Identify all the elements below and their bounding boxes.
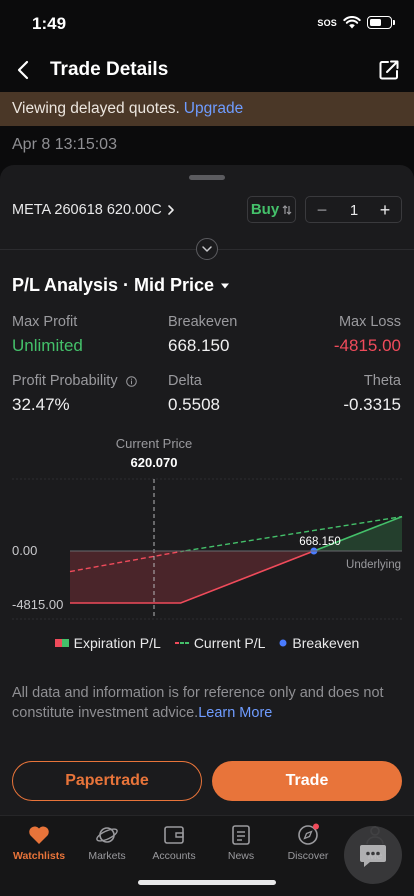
theta-label: Theta <box>363 373 401 389</box>
legend-breakeven[interactable]: Breakeven <box>279 635 359 651</box>
learn-more-link[interactable]: Learn More <box>198 705 272 721</box>
current-price-label: Current Price <box>116 436 193 451</box>
legend-current-label: Current P/L <box>193 635 266 651</box>
side-toggle-button[interactable]: Buy <box>247 196 296 223</box>
delayed-quotes-banner: Viewing delayed quotes. Upgrade <box>0 92 414 126</box>
papertrade-button[interactable]: Papertrade <box>12 761 202 801</box>
contract-selector[interactable]: META 260618 620.00C <box>12 202 176 218</box>
status-time: 1:49 <box>32 14 67 33</box>
delta-label: Delta <box>168 373 202 389</box>
status-icons: SOS <box>317 16 395 29</box>
contract-name: META 260618 620.00C <box>12 202 162 218</box>
increment-button[interactable]: + <box>375 200 395 220</box>
delta-value: 0.5508 <box>168 395 220 414</box>
current-price-value: 620.070 <box>131 455 178 470</box>
max-loss-value: -4815.00 <box>333 336 401 355</box>
share-icon[interactable] <box>376 57 402 83</box>
y-min-label: -4815.00 <box>12 597 63 612</box>
sheet-drag-handle[interactable] <box>189 175 225 180</box>
sos-indicator: SOS <box>317 17 337 28</box>
status-bar: 1:49 SOS <box>0 0 414 48</box>
chevron-right-icon <box>167 205 174 215</box>
profit-probability-value: 32.47% <box>12 395 70 414</box>
news-icon <box>228 822 254 848</box>
side-label: Buy <box>250 201 280 218</box>
breakeven-value: 668.150 <box>168 336 230 355</box>
quantity-stepper: − 1 + <box>305 196 402 223</box>
tab-accounts[interactable]: Accounts <box>141 822 207 862</box>
wifi-icon <box>343 16 361 29</box>
legend-expiration[interactable]: Expiration P/L <box>54 635 161 651</box>
chart-legend: Expiration P/L Current P/L Breakeven <box>0 635 414 651</box>
breakeven-label: Breakeven <box>168 314 238 330</box>
page-title: Trade Details <box>50 59 169 80</box>
profit-probability-label: Profit Probability <box>12 373 118 389</box>
pl-chart[interactable]: Current Price 620.070 0.00 -4815.00 Unde… <box>0 435 414 630</box>
back-icon[interactable] <box>10 56 38 84</box>
pl-chart-svg: Current Price 620.070 0.00 -4815.00 Unde… <box>12 436 403 620</box>
home-indicator <box>138 880 276 885</box>
current-swatch-icon <box>174 642 189 644</box>
chat-bubble-icon <box>360 845 386 867</box>
max-loss-label: Max Loss <box>338 314 401 330</box>
expiration-swatch-icon <box>54 639 69 647</box>
y-zero-label: 0.00 <box>12 543 37 558</box>
heart-icon <box>26 822 52 848</box>
delayed-quotes-text: Viewing delayed quotes. <box>12 100 180 117</box>
disclaimer: All data and information is for referenc… <box>12 683 404 723</box>
tab-news[interactable]: News <box>208 822 274 862</box>
legend-expiration-label: Expiration P/L <box>73 635 161 651</box>
tab-discover[interactable]: Discover <box>275 822 341 862</box>
compass-icon <box>295 822 321 848</box>
legend-current[interactable]: Current P/L <box>174 635 266 651</box>
quote-timestamp: Apr 8 13:15:03 <box>12 136 117 153</box>
theta-value: -0.3315 <box>343 395 401 414</box>
trade-sheet: META 260618 620.00C Buy − 1 + P/L Analys… <box>0 165 414 815</box>
tab-markets[interactable]: Markets <box>74 822 140 862</box>
loss-region <box>70 551 314 603</box>
info-icon[interactable] <box>125 375 137 387</box>
decrement-button[interactable]: − <box>312 200 332 220</box>
planet-icon <box>94 822 120 848</box>
swap-arrows-icon <box>282 204 292 215</box>
x-axis-label: Underlying <box>346 559 401 571</box>
trade-button[interactable]: Trade <box>212 761 402 801</box>
breakeven-chart-label: 668.150 <box>299 536 341 548</box>
max-profit-label: Max Profit <box>12 314 78 330</box>
tab-discover-label: Discover <box>287 850 329 862</box>
battery-icon <box>367 16 395 29</box>
max-profit-value: Unlimited <box>12 336 83 355</box>
wallet-icon <box>161 822 187 848</box>
nav-bar: Trade Details <box>0 48 414 92</box>
chevron-down-icon <box>202 246 212 252</box>
chat-assistant-button[interactable] <box>344 826 402 884</box>
expand-button[interactable] <box>196 238 218 260</box>
tab-watchlists-label: Watchlists <box>12 850 66 862</box>
pl-analysis-label: P/L Analysis · Mid Price <box>12 275 215 295</box>
tab-markets-label: Markets <box>88 850 126 862</box>
profit-probability-header: Profit Probability <box>12 373 137 389</box>
pl-analysis-title[interactable]: P/L Analysis · Mid Price <box>12 275 230 296</box>
breakeven-dot-icon <box>279 639 287 647</box>
tab-news-label: News <box>227 850 255 862</box>
legend-breakeven-label: Breakeven <box>292 635 360 651</box>
tab-accounts-label: Accounts <box>152 850 196 862</box>
caret-down-icon <box>221 283 230 288</box>
tab-watchlists[interactable]: Watchlists <box>6 822 72 862</box>
upgrade-link[interactable]: Upgrade <box>184 100 243 117</box>
quantity-value[interactable]: 1 <box>334 202 374 219</box>
